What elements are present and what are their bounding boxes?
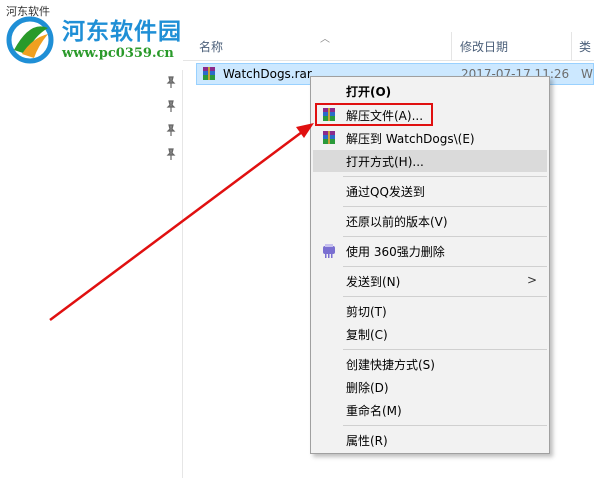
menu-separator: [343, 296, 547, 297]
sort-ascending-icon: ︿: [320, 34, 330, 45]
menu-item-send-to[interactable]: 发送到(N) >: [313, 270, 547, 292]
menu-separator: [343, 349, 547, 350]
column-name[interactable]: 名称: [199, 38, 223, 55]
menu-item-label: 还原以前的版本(V): [346, 215, 448, 229]
column-divider[interactable]: [451, 32, 452, 60]
menu-item-send-qq[interactable]: 通过QQ发送到: [313, 180, 547, 202]
watermark-url: www.pc0359.cn: [62, 46, 174, 61]
winrar-icon: [323, 131, 335, 144]
menu-item-label: 通过QQ发送到: [346, 185, 425, 199]
menu-item-create-shortcut[interactable]: 创建快捷方式(S): [313, 353, 547, 375]
menu-item-copy[interactable]: 复制(C): [313, 323, 547, 345]
pin-icon[interactable]: [166, 100, 176, 112]
chevron-right-icon: >: [526, 273, 537, 287]
menu-item-open[interactable]: 打开(O): [313, 80, 547, 102]
context-menu: 打开(O) 解压文件(A)... 解压到 WatchDogs\(E) 打开方式(…: [310, 76, 550, 454]
menu-item-label: 发送到(N): [346, 275, 401, 289]
menu-item-label: 创建快捷方式(S): [346, 358, 435, 372]
menu-item-label: 解压到 WatchDogs\(E): [346, 132, 475, 146]
menu-item-label: 使用 360强力删除: [346, 245, 445, 259]
shredder-360-icon: [323, 244, 335, 258]
menu-separator: [343, 266, 547, 267]
menu-item-label: 复制(C): [346, 328, 388, 342]
watermark-title: 河东软件园: [62, 18, 182, 45]
menu-item-extract-to[interactable]: 解压到 WatchDogs\(E): [313, 127, 547, 149]
menu-item-properties[interactable]: 属性(R): [313, 429, 547, 451]
watermark-logo: [6, 16, 54, 64]
winrar-archive-icon: [203, 67, 215, 80]
menu-item-open-with[interactable]: 打开方式(H)...: [313, 150, 547, 172]
menu-item-label: 删除(D): [346, 381, 389, 395]
pin-icon[interactable]: [166, 124, 176, 136]
pin-icon[interactable]: [166, 148, 176, 160]
menu-item-rename[interactable]: 重命名(M): [313, 399, 547, 421]
menu-item-delete-360[interactable]: 使用 360强力删除: [313, 240, 547, 262]
menu-item-label: 属性(R): [346, 434, 388, 448]
menu-separator: [343, 176, 547, 177]
menu-item-restore[interactable]: 还原以前的版本(V): [313, 210, 547, 232]
menu-item-delete[interactable]: 删除(D): [313, 376, 547, 398]
column-date[interactable]: 修改日期: [460, 38, 508, 55]
column-header: ︿ 名称 修改日期 类: [183, 32, 594, 61]
file-type: W: [581, 67, 593, 81]
file-name: WatchDogs.rar: [223, 67, 312, 81]
column-type[interactable]: 类: [579, 38, 591, 55]
pin-icon[interactable]: [166, 76, 176, 88]
annotation-highlight-box: [315, 103, 433, 126]
menu-item-label: 打开方式(H)...: [346, 155, 424, 169]
menu-item-label: 剪切(T): [346, 305, 387, 319]
menu-separator: [343, 206, 547, 207]
menu-item-label: 重命名(M): [346, 404, 402, 418]
menu-separator: [343, 425, 547, 426]
menu-item-cut[interactable]: 剪切(T): [313, 300, 547, 322]
navigation-pane: [0, 70, 183, 478]
column-divider[interactable]: [571, 32, 572, 60]
menu-item-label: 打开(O): [346, 85, 392, 99]
menu-separator: [343, 236, 547, 237]
